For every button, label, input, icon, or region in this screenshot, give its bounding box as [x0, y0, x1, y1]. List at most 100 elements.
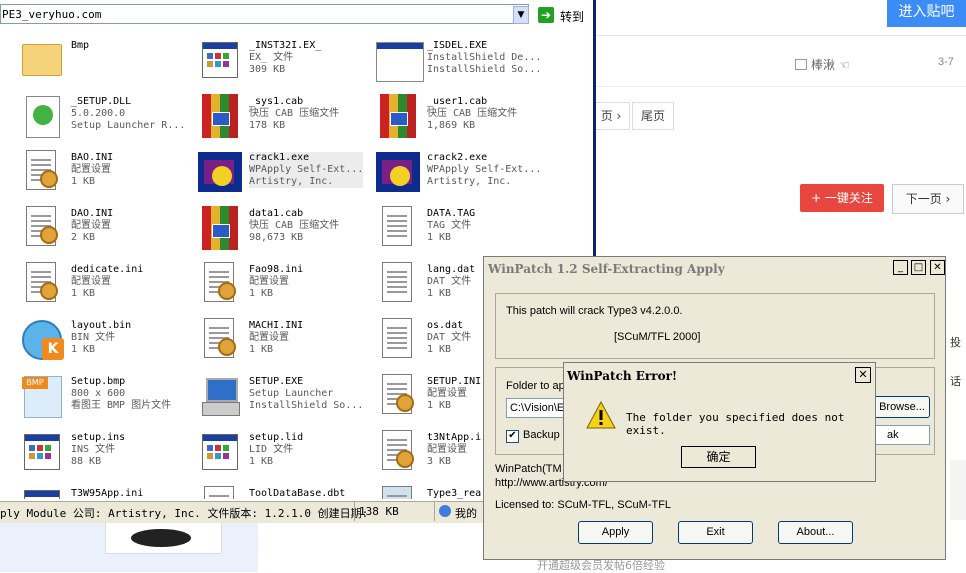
- file-item[interactable]: DATA.TAG TAG 文件 1 KB: [356, 200, 526, 254]
- go-button[interactable]: ➔ 转到: [538, 6, 590, 26]
- file-size: 1,869 KB: [427, 120, 476, 131]
- bmp-image-icon: BMP: [20, 374, 62, 418]
- file-item[interactable]: K layout.bin BIN 文件 1 KB: [0, 312, 170, 366]
- file-type: LID 文件: [249, 444, 294, 455]
- file-name: os.dat: [427, 320, 464, 331]
- address-bar[interactable]: PE3_veryhuo.com: [0, 4, 529, 24]
- file-name: Setup.bmp: [71, 376, 126, 387]
- file-item[interactable]: Bmp: [0, 32, 170, 86]
- file-item[interactable]: setup.ins INS 文件 88 KB: [0, 424, 170, 478]
- follow-button[interactable]: + 一键关注: [800, 184, 884, 212]
- file-item[interactable]: _sys1.cab 快压 CAB 压缩文件 178 KB: [178, 88, 348, 142]
- file-item[interactable]: dedicate.ini 配置设置 1 KB: [0, 256, 170, 310]
- file-name: T3W95App.ini: [71, 488, 144, 499]
- side-link[interactable]: 投: [950, 334, 961, 350]
- file-item[interactable]: _ISDEL.EXE InstallShield De... InstallShie…: [356, 32, 541, 86]
- pager-next-button[interactable]: 页 ›: [592, 102, 630, 130]
- document-icon: [376, 206, 416, 250]
- file-item[interactable]: BAO.INI 配置设置 1 KB: [0, 144, 170, 198]
- globe-icon: [439, 505, 451, 517]
- post-author[interactable]: 棒湫 ☜: [795, 56, 850, 73]
- error-title: WinPatch Error!: [567, 369, 678, 383]
- ini-settings-icon: [376, 430, 416, 474]
- file-item[interactable]: data1.cab 快压 CAB 压缩文件 98,673 KB: [178, 200, 348, 254]
- file-item[interactable]: crack2.exe WPApply Self-Ext... Artistry, I…: [356, 144, 541, 198]
- file-item[interactable]: _user1.cab 快压 CAB 压缩文件 1,869 KB: [356, 88, 526, 142]
- file-type: DAT 文件: [427, 276, 472, 287]
- file-type: 配置设置: [249, 276, 289, 287]
- archive-icon: [198, 206, 238, 250]
- status-size-cell: 138 KB: [354, 502, 433, 521]
- file-size: 1 KB: [71, 344, 96, 355]
- file-item[interactable]: ToolDataBase.dbt: [178, 480, 348, 499]
- backup-extension-input[interactable]: ak: [874, 425, 930, 445]
- file-item[interactable]: DAO.INI 配置设置 2 KB: [0, 200, 170, 254]
- minimize-button[interactable]: _: [893, 260, 908, 275]
- ini-settings-icon: [20, 206, 60, 250]
- file-company: InstallShield So...: [427, 64, 542, 75]
- file-item[interactable]: BMP Setup.bmp 800 x 600 看图王 BMP 图片文件: [0, 368, 171, 422]
- document-icon: [376, 318, 416, 362]
- close-button[interactable]: ✕: [930, 260, 945, 275]
- file-name: _ISDEL.EXE: [427, 40, 488, 51]
- file-item[interactable]: _INST32I.EX_ EX_ 文件 309 KB: [178, 32, 348, 86]
- file-type: 快压 CAB 压缩文件: [249, 220, 340, 231]
- file-type: InstallShield De...: [427, 52, 542, 63]
- dll-icon: [20, 94, 60, 138]
- file-type: 快压 CAB 压缩文件: [427, 108, 518, 119]
- product-credit: WinPatch(TM: [495, 463, 562, 475]
- archive-icon: [198, 94, 238, 138]
- author-name[interactable]: 棒湫 ☜: [811, 58, 850, 72]
- file-item[interactable]: SETUP.EXE Setup Launcher InstallShield So.…: [178, 368, 363, 422]
- ok-button[interactable]: 确定: [681, 446, 756, 468]
- divider: [592, 86, 966, 87]
- backup-label: Backup: [523, 429, 560, 441]
- file-item[interactable]: MACHI.INI 配置设置 1 KB: [178, 312, 348, 366]
- file-type: WPApply Self-Ext...: [249, 164, 364, 175]
- file-size: 1 KB: [71, 176, 96, 187]
- document-icon: [376, 262, 416, 306]
- apply-button[interactable]: Apply: [578, 521, 653, 544]
- folder-value: C:\Vision\E: [510, 402, 565, 414]
- file-item[interactable]: T3W95App.ini: [0, 480, 170, 499]
- file-size: 1 KB: [427, 344, 452, 355]
- file-item-selected[interactable]: crack1.exe WPApply Self-Ext... Artistry, I…: [178, 144, 364, 198]
- file-name: SETUP.EXE: [249, 376, 304, 387]
- file-item[interactable]: Fao98.ini 配置设置 1 KB: [178, 256, 348, 310]
- file-type: 配置设置: [71, 276, 111, 287]
- file-name: setup.lid: [249, 432, 304, 443]
- file-item[interactable]: _SETUP.DLL 5.0.200.0 Setup Launcher R...: [0, 88, 185, 142]
- post-date: 3-7: [938, 56, 954, 68]
- warning-icon: [586, 401, 616, 429]
- browse-button[interactable]: Browse...: [874, 396, 930, 418]
- next-page-button[interactable]: 下一页 ›: [892, 184, 964, 214]
- enter-forum-button[interactable]: 进入贴吧: [887, 0, 966, 27]
- maximize-button[interactable]: □: [911, 260, 926, 275]
- error-close-button[interactable]: ✕: [855, 367, 871, 383]
- file-dimensions: 800 x 600: [71, 388, 126, 399]
- file-size: 1 KB: [427, 232, 452, 243]
- status-zone: 我的: [455, 507, 477, 520]
- file-size: 1 KB: [427, 400, 452, 411]
- address-dropdown-icon[interactable]: ▼: [513, 6, 529, 24]
- exit-button[interactable]: Exit: [678, 521, 753, 544]
- file-size: 2 KB: [71, 232, 96, 243]
- side-link[interactable]: 话: [950, 373, 961, 389]
- file-name: crack1.exe: [249, 152, 310, 163]
- error-titlebar[interactable]: WinPatch Error! ✕: [564, 363, 875, 387]
- ini-settings-icon: [198, 318, 238, 362]
- divider: [592, 35, 966, 36]
- dialog-titlebar[interactable]: WinPatch 1.2 Self-Extracting Apply _ □ ✕: [484, 257, 945, 281]
- file-type: 快压 CAB 压缩文件: [249, 108, 340, 119]
- pager-last-button[interactable]: 尾页: [632, 102, 674, 130]
- file-name: Bmp: [71, 40, 90, 51]
- application-window-icon: [198, 38, 238, 82]
- backup-checkbox[interactable]: ✔: [506, 430, 519, 443]
- document-icon: [376, 486, 416, 499]
- crack-exe-icon: [376, 150, 420, 194]
- ini-settings-icon: [20, 150, 60, 194]
- address-text[interactable]: PE3_veryhuo.com: [2, 8, 101, 21]
- about-button[interactable]: About...: [778, 521, 853, 544]
- file-item[interactable]: setup.lid LID 文件 1 KB: [178, 424, 348, 478]
- ini-settings-icon: [198, 262, 238, 306]
